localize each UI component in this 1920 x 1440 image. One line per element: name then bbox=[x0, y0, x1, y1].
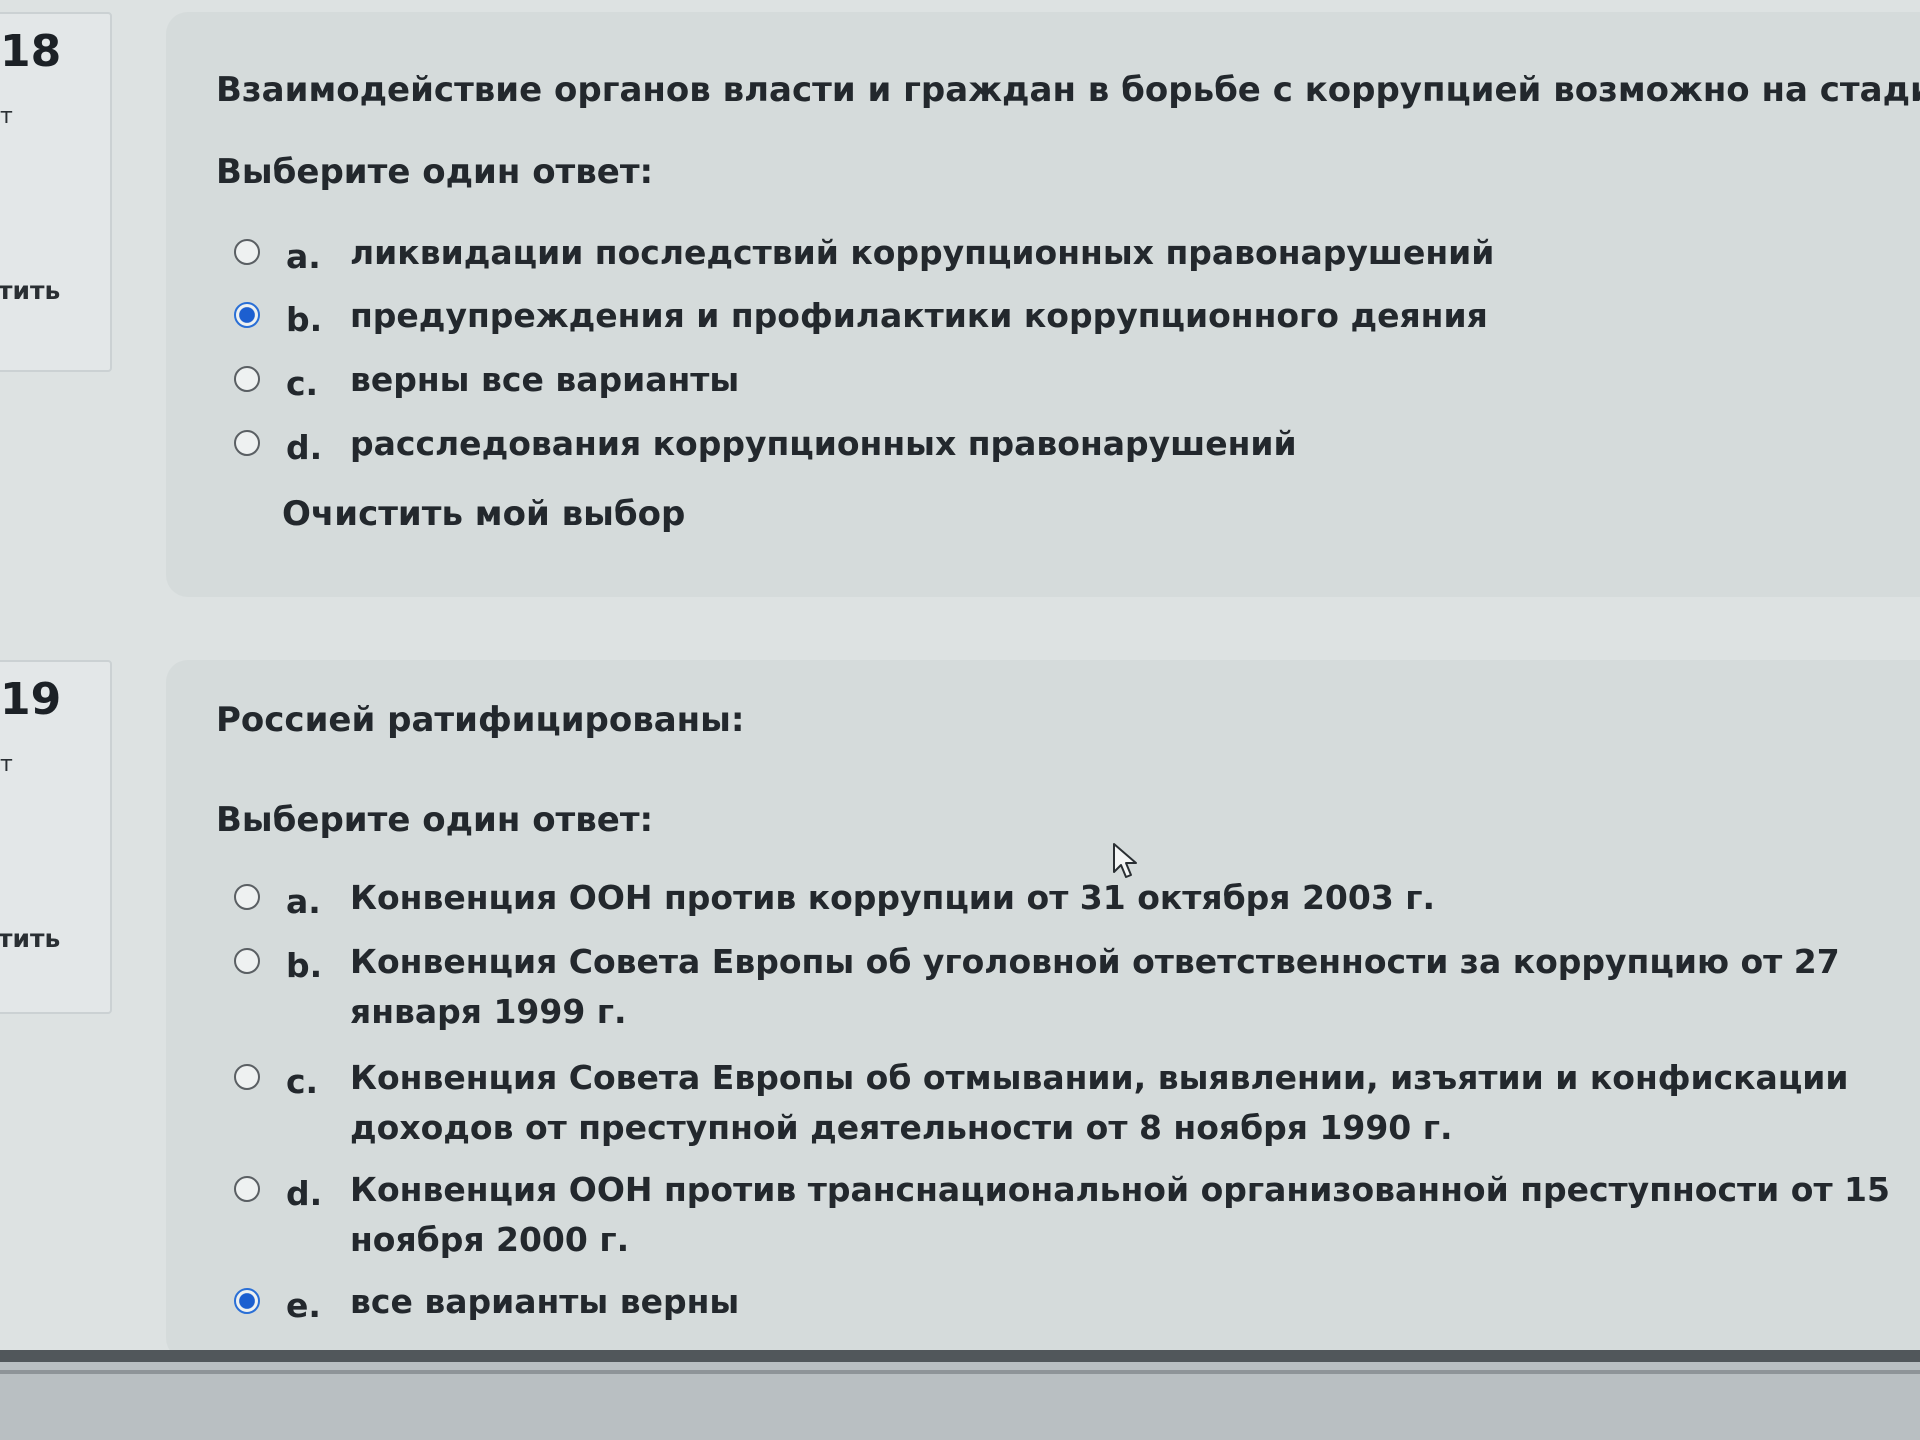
answer-text: Конвенция ООН против транснациональной о… bbox=[350, 1170, 1890, 1259]
radio-unchecked-icon[interactable] bbox=[234, 948, 260, 974]
answer-text: все варианты верны bbox=[350, 1282, 740, 1321]
radio-unchecked-icon[interactable] bbox=[234, 366, 260, 392]
answer-letter: b. bbox=[286, 300, 323, 339]
question-18-card: Взаимодействие органов власти и граждан … bbox=[166, 12, 1920, 597]
screen-edge-divider bbox=[0, 1350, 1920, 1362]
screen-edge-divider bbox=[0, 1370, 1920, 1374]
radio-unchecked-icon[interactable] bbox=[234, 1064, 260, 1090]
question-number: 18 bbox=[0, 26, 62, 77]
answer-prompt: Выберите один ответ: bbox=[216, 152, 654, 192]
answer-letter: d. bbox=[286, 1174, 323, 1213]
answer-letter: c. bbox=[286, 364, 319, 403]
answer-text: Конвенция Совета Европы об отмывании, вы… bbox=[350, 1058, 1849, 1147]
question-text: Взаимодействие органов власти и граждан … bbox=[216, 70, 1920, 110]
question-state: т bbox=[0, 752, 13, 777]
answer-letter: d. bbox=[286, 428, 323, 467]
question-19-info: 19 т тить bbox=[0, 660, 112, 1014]
answer-letter: c. bbox=[286, 1062, 319, 1101]
answer-letter: a. bbox=[286, 237, 321, 276]
clear-choice-link[interactable]: Очистить мой выбор bbox=[282, 494, 685, 534]
radio-unchecked-icon[interactable] bbox=[234, 1176, 260, 1202]
question-text: Россией ратифицированы: bbox=[216, 700, 745, 740]
radio-unchecked-icon[interactable] bbox=[234, 430, 260, 456]
mouse-pointer-icon bbox=[1113, 843, 1137, 878]
answer-letter: a. bbox=[286, 882, 321, 921]
answer-text: предупреждения и профилактики коррупцион… bbox=[350, 296, 1488, 335]
radio-checked-icon[interactable] bbox=[234, 302, 260, 328]
question-state: т bbox=[0, 104, 13, 129]
question-19-card: Россией ратифицированы: Выберите один от… bbox=[166, 660, 1920, 1360]
answer-text: ликвидации последствий коррупционных пра… bbox=[350, 233, 1495, 272]
radio-unchecked-icon[interactable] bbox=[234, 239, 260, 265]
answer-text: расследования коррупционных правонарушен… bbox=[350, 424, 1297, 463]
flag-question-link[interactable]: тить bbox=[0, 276, 60, 305]
answer-text: Конвенция Совета Европы об уголовной отв… bbox=[350, 942, 1840, 1031]
answer-letter: e. bbox=[286, 1286, 321, 1325]
taskbar bbox=[0, 1350, 1920, 1440]
question-18-info: 18 т тить bbox=[0, 12, 112, 372]
answer-prompt: Выберите один ответ: bbox=[216, 800, 654, 840]
question-number: 19 bbox=[0, 674, 62, 725]
answer-text: верны все варианты bbox=[350, 360, 740, 399]
flag-question-link[interactable]: тить bbox=[0, 924, 60, 953]
radio-unchecked-icon[interactable] bbox=[234, 884, 260, 910]
answer-letter: b. bbox=[286, 946, 323, 985]
radio-checked-icon[interactable] bbox=[234, 1288, 260, 1314]
